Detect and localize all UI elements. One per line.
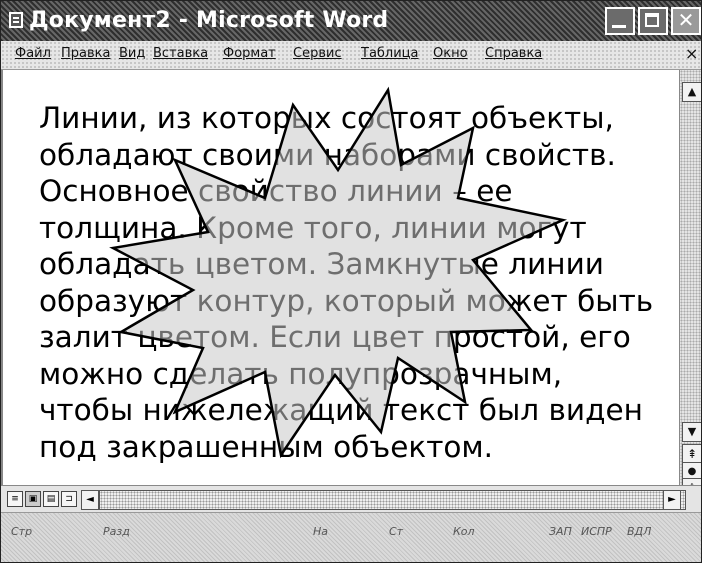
status-rec[interactable]: ЗАП	[549, 525, 572, 538]
menu-tools[interactable]: Сервис	[293, 46, 342, 61]
status-trk[interactable]: ИСПР	[581, 525, 612, 538]
minimize-button[interactable]	[605, 7, 635, 35]
window-title: Документ2 - Microsoft Word	[29, 8, 389, 33]
title-bar[interactable]: Документ2 - Microsoft Word ✕	[1, 1, 701, 41]
scroll-up-button[interactable]: ▲	[682, 82, 701, 102]
explosion-star-icon[interactable]	[109, 86, 568, 459]
close-document-icon[interactable]: ×	[685, 44, 698, 63]
normal-view-button[interactable]: ≡	[7, 491, 23, 507]
web-layout-button[interactable]: ▣	[25, 491, 41, 507]
menu-edit[interactable]: Правка	[61, 46, 110, 61]
word-window: Документ2 - Microsoft Word ✕ Файл Правка…	[0, 0, 702, 563]
maximize-button[interactable]	[638, 7, 668, 35]
scroll-left-button[interactable]: ◄	[81, 490, 99, 510]
document-area[interactable]: Линии, из которых состоят объекты, облад…	[1, 70, 680, 485]
menu-bar: Файл Правка Вид Вставка Формат Сервис Та…	[1, 41, 701, 70]
status-line: Ст	[389, 525, 404, 538]
explosion-shape[interactable]	[3, 70, 679, 485]
menu-table[interactable]: Таблица	[361, 46, 419, 61]
status-at: На	[313, 525, 329, 538]
scroll-right-button[interactable]: ►	[663, 490, 681, 510]
close-button[interactable]: ✕	[671, 7, 701, 35]
menu-view[interactable]: Вид	[119, 46, 145, 61]
vertical-scrollbar[interactable]: ▲ ▼ ⇞ ● ⇟	[679, 70, 701, 498]
word-document-icon[interactable]	[9, 12, 23, 28]
status-column: Кол	[453, 525, 475, 538]
print-layout-button[interactable]: ▤	[43, 491, 59, 507]
menu-help[interactable]: Справка	[485, 46, 542, 61]
menu-format[interactable]: Формат	[223, 46, 276, 61]
previous-page-button[interactable]: ⇞	[682, 444, 701, 464]
menu-window[interactable]: Окно	[433, 46, 468, 61]
outline-view-button[interactable]: ⊐	[61, 491, 77, 507]
menu-insert[interactable]: Вставка	[153, 46, 208, 61]
horizontal-scrollbar-track[interactable]	[99, 490, 686, 510]
scroll-down-button[interactable]: ▼	[682, 422, 701, 442]
menu-file[interactable]: Файл	[15, 46, 51, 61]
status-section: Разд	[103, 525, 130, 538]
status-bar: Стр Разд На Ст Кол ЗАП ИСПР ВДЛ	[1, 512, 701, 562]
status-ext[interactable]: ВДЛ	[627, 525, 651, 538]
horizontal-bar: ≡ ▣ ▤ ⊐ ◄ ►	[1, 485, 701, 512]
status-page: Стр	[11, 525, 33, 538]
